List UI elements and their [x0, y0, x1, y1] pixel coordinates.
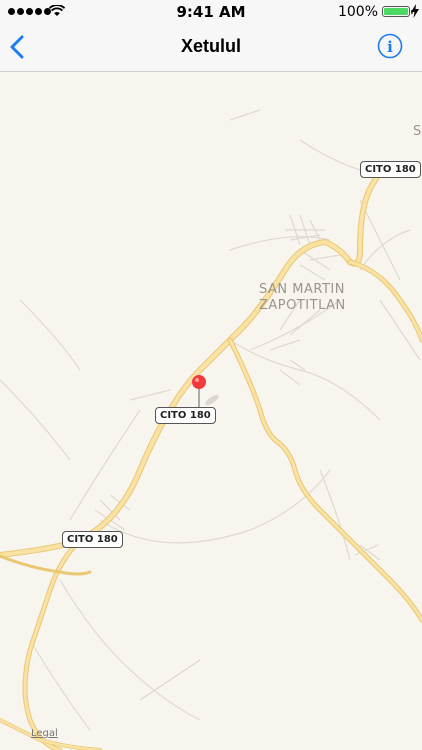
route-shield: CITO 180: [155, 407, 216, 424]
info-icon: i: [377, 33, 403, 59]
map-view[interactable]: S SAN MARTIN ZAPOTITLAN CITO 180 CITO 18…: [0, 72, 422, 750]
status-bar: 9:41 AM 100%: [0, 0, 422, 24]
battery-icon: [382, 6, 413, 17]
route-shield: CITO 180: [360, 161, 421, 178]
map-pin-icon[interactable]: [192, 375, 206, 389]
info-button[interactable]: i: [377, 33, 403, 59]
legal-link[interactable]: Legal: [31, 728, 58, 739]
navigation-bar: Xetulul i: [0, 24, 422, 72]
svg-text:i: i: [387, 38, 393, 56]
town-label-line1: SAN MARTIN: [259, 282, 345, 297]
town-label-line2: ZAPOTITLAN: [259, 298, 346, 313]
page-title: Xetulul: [180, 36, 241, 56]
route-shield: CITO 180: [62, 531, 123, 548]
edge-map-label: S: [413, 124, 422, 139]
battery-percent: 100%: [337, 4, 378, 20]
charging-bolt-icon: [411, 4, 419, 18]
